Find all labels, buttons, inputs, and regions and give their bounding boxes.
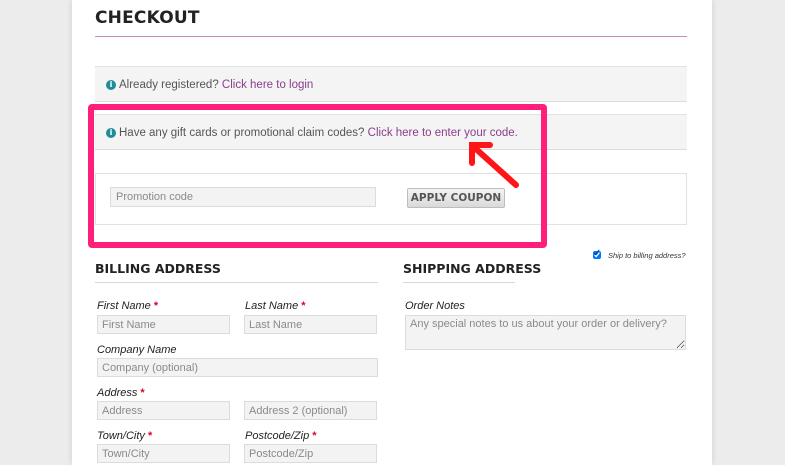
address-label-text: Address xyxy=(97,387,138,399)
required-marker: * xyxy=(312,430,317,442)
required-marker: * xyxy=(147,430,153,442)
billing-address-heading: BILLING ADDRESS xyxy=(95,261,221,276)
title-divider xyxy=(95,36,687,37)
first-name-field[interactable] xyxy=(97,315,230,334)
required-marker: * xyxy=(153,300,159,312)
address-label: Address * xyxy=(97,387,145,399)
info-icon: i xyxy=(106,80,116,90)
first-name-label: First Name * xyxy=(97,300,158,312)
postcode-field[interactable] xyxy=(244,444,377,463)
required-marker: * xyxy=(301,300,306,312)
last-name-field[interactable] xyxy=(244,315,377,334)
info-icon: i xyxy=(106,128,116,138)
town-city-field[interactable] xyxy=(97,444,230,463)
last-name-label-text: Last Name xyxy=(245,300,299,312)
address-2-field[interactable] xyxy=(244,401,377,420)
order-notes-textarea[interactable] xyxy=(405,315,686,350)
town-city-label-text: Town/City xyxy=(97,430,145,442)
first-name-label-text: First Name xyxy=(97,300,151,312)
promotion-code-input[interactable] xyxy=(110,187,376,207)
town-city-label: Town/City * xyxy=(97,430,152,442)
company-field[interactable] xyxy=(97,358,378,377)
order-notes-label: Order Notes xyxy=(405,300,465,312)
apply-coupon-button[interactable]: APPLY COUPON xyxy=(407,188,505,208)
shipping-divider xyxy=(403,282,515,283)
page-title: CHECKOUT xyxy=(95,8,200,28)
enter-code-link[interactable]: Click here to enter your code. xyxy=(368,127,518,139)
required-marker: * xyxy=(140,387,145,399)
postcode-label-text: Postcode/Zip xyxy=(245,430,310,442)
login-notice: i Already registered? Click here to logi… xyxy=(95,66,687,102)
ship-to-billing-label: Ship to billing address? xyxy=(608,251,686,260)
ship-to-billing-checkbox[interactable] xyxy=(593,251,601,259)
shipping-address-heading: SHIPPING ADDRESS xyxy=(403,261,542,276)
address-field[interactable] xyxy=(97,401,230,420)
coupon-notice-text: Have any gift cards or promotional claim… xyxy=(119,127,368,139)
last-name-label: Last Name * xyxy=(245,300,306,312)
login-link[interactable]: Click here to login xyxy=(222,79,313,91)
postcode-label: Postcode/Zip * xyxy=(245,430,317,442)
coupon-notice: i Have any gift cards or promotional cla… xyxy=(95,114,687,150)
login-notice-text: Already registered? xyxy=(119,79,222,91)
billing-divider xyxy=(95,282,378,283)
company-name-label: Company Name xyxy=(97,344,177,356)
